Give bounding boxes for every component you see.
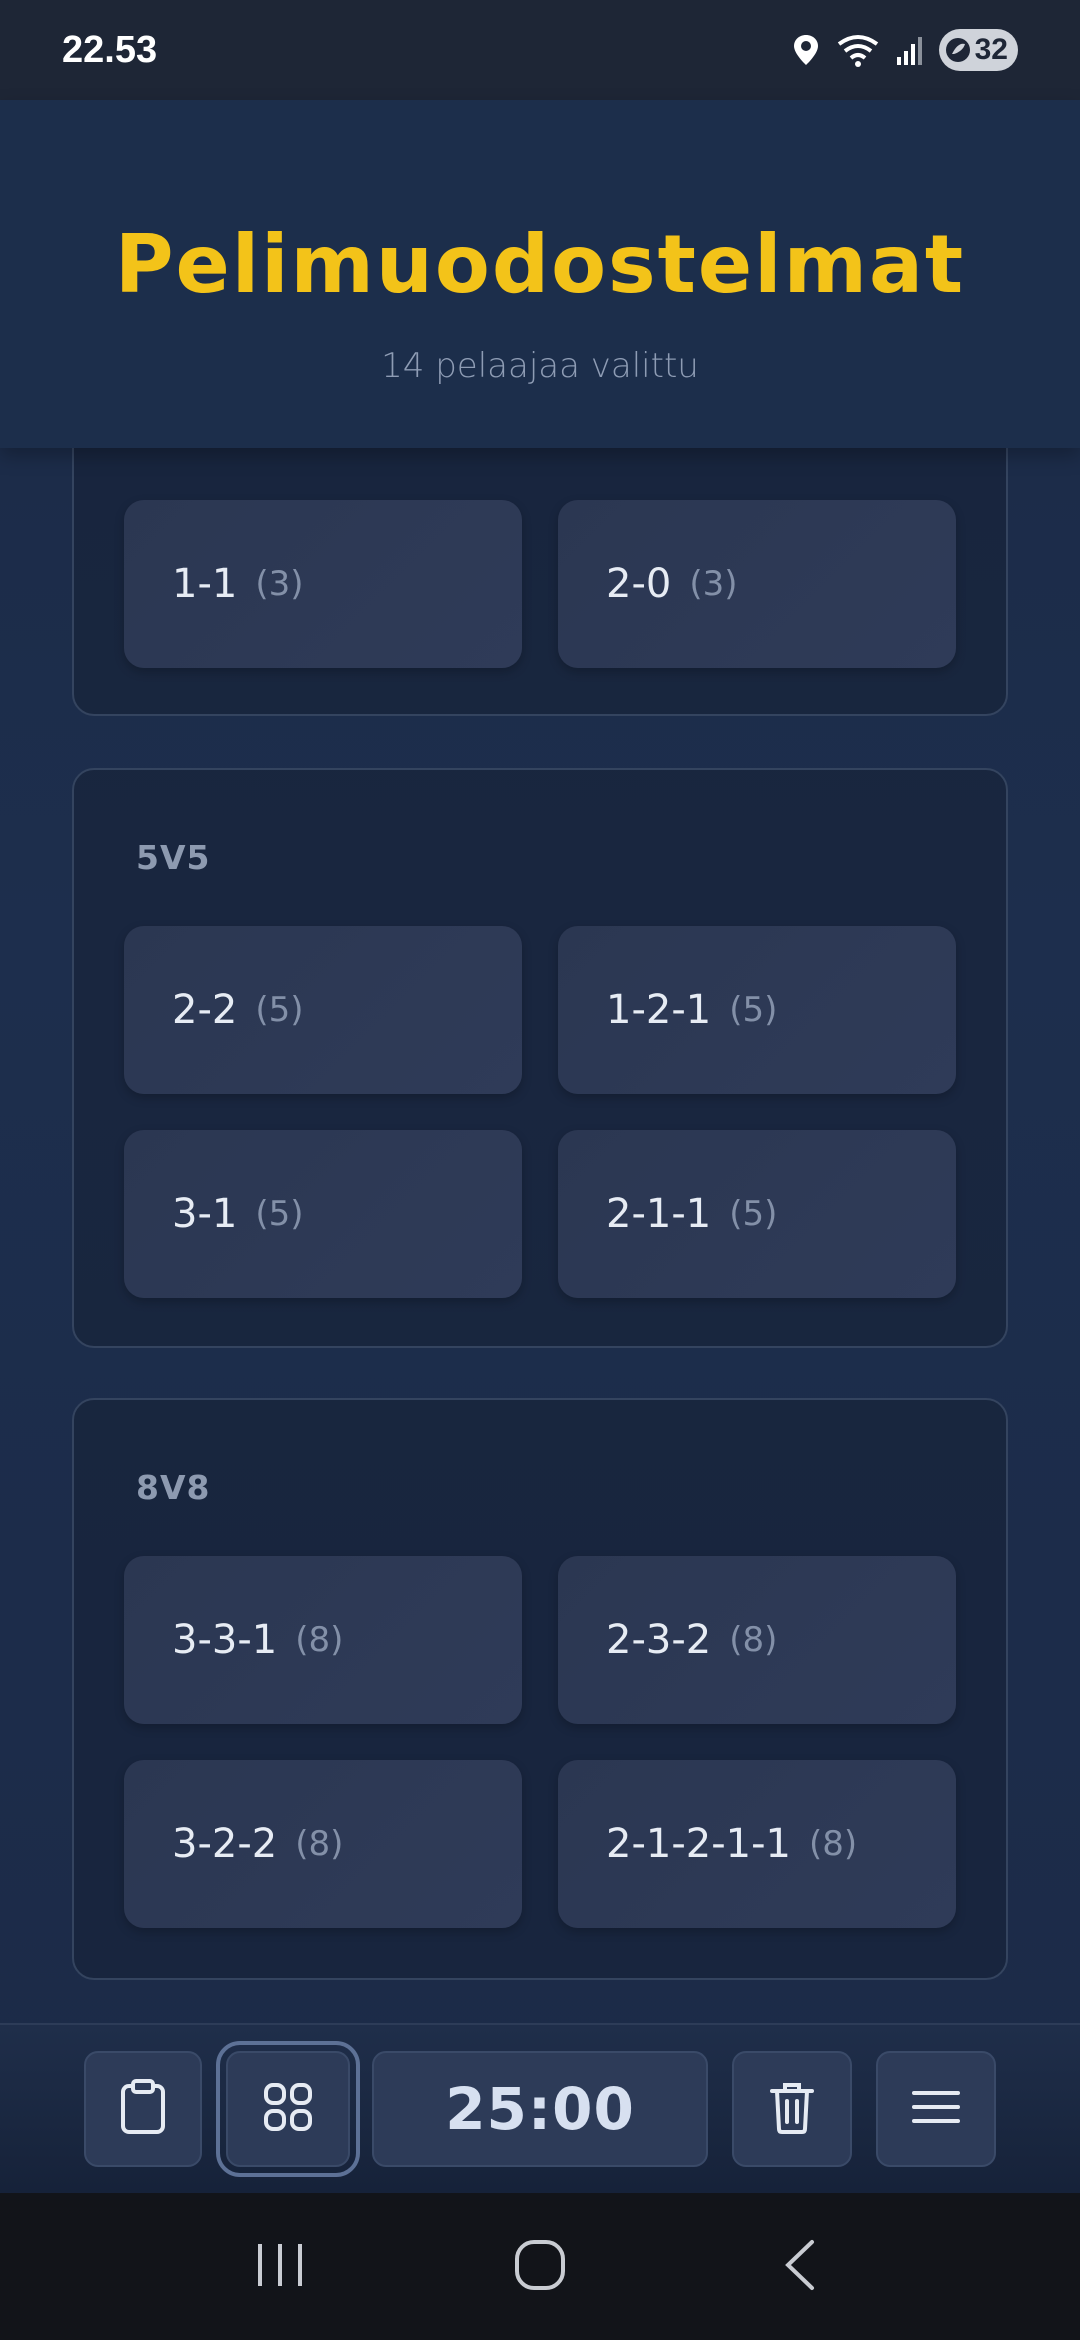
formation-label: 1-2-1 — [606, 987, 712, 1033]
formation-tile[interactable]: 3-3-1 (8) — [124, 1556, 522, 1724]
battery-indicator: 32 — [938, 29, 1018, 71]
clipboard-icon — [118, 2078, 168, 2140]
recents-icon — [255, 2240, 305, 2294]
formation-group-3v3: 1-1 (3) 2-0 (3) — [72, 448, 1008, 716]
trash-icon — [768, 2079, 816, 2139]
page-header: Pelimuodostelmat 14 pelaajaa valittu — [0, 100, 1080, 448]
page-subtitle: 14 pelaajaa valittu — [381, 346, 699, 386]
formation-tile[interactable]: 2-3-2 (8) — [558, 1556, 956, 1724]
status-time: 22.53 — [62, 28, 158, 71]
system-nav-bar — [0, 2193, 1080, 2340]
formation-tile[interactable]: 2-1-2-1-1 (8) — [558, 1760, 956, 1928]
wifi-icon — [835, 32, 881, 68]
grid-icon — [263, 2082, 313, 2136]
formation-tile[interactable]: 2-0 (3) — [558, 500, 956, 668]
formation-tile[interactable]: 2-1-1 (5) — [558, 1130, 956, 1298]
battery-level: 32 — [974, 33, 1008, 66]
formation-group-8v8: 8V8 3-3-1 (8) 2-3-2 (8) 3-2-2 (8) 2-1-2-… — [72, 1398, 1008, 1980]
menu-button[interactable] — [876, 2051, 996, 2167]
menu-icon — [911, 2087, 961, 2131]
formation-tile[interactable]: 3-1 (5) — [124, 1130, 522, 1298]
formation-player-count: (3) — [689, 564, 738, 604]
signal-icon — [895, 33, 925, 67]
formation-label: 2-2 — [172, 987, 238, 1033]
timer-display: 25:00 — [445, 2075, 635, 2143]
formation-label: 3-3-1 — [172, 1617, 278, 1663]
formation-label: 2-0 — [606, 561, 672, 607]
formation-group-5v5: 5V5 2-2 (5) 1-2-1 (5) 3-1 (5) 2-1-1 (5) — [72, 768, 1008, 1348]
clipboard-button[interactable] — [84, 2051, 202, 2167]
recents-button[interactable] — [220, 2217, 340, 2317]
back-button[interactable] — [740, 2217, 860, 2317]
location-icon — [791, 33, 821, 67]
formation-label: 2-3-2 — [606, 1617, 712, 1663]
formation-tile[interactable]: 2-2 (5) — [124, 926, 522, 1094]
formation-player-count: (8) — [295, 1824, 344, 1864]
back-icon — [780, 2238, 820, 2296]
formation-player-count: (8) — [808, 1824, 858, 1864]
formation-player-count: (3) — [255, 564, 304, 604]
formations-button[interactable] — [216, 2041, 360, 2177]
formation-player-count: (5) — [729, 1194, 778, 1234]
formation-player-count: (8) — [729, 1620, 778, 1660]
bottom-toolbar: 25:00 — [0, 2023, 1080, 2193]
group-title: 5V5 — [136, 838, 211, 877]
battery-saver-icon — [945, 37, 971, 63]
timer-button[interactable]: 25:00 — [372, 2051, 708, 2167]
page-title: Pelimuodostelmat — [114, 218, 966, 311]
status-bar: 22.53 32 — [0, 0, 1080, 100]
formations-list[interactable]: 1-1 (3) 2-0 (3) 5V5 2-2 (5) 1-2-1 (5) 3-… — [0, 448, 1080, 2023]
formation-label: 1-1 — [172, 561, 238, 607]
status-icons: 32 — [791, 29, 1018, 71]
formation-label: 3-2-2 — [172, 1821, 278, 1867]
home-button[interactable] — [480, 2217, 600, 2317]
formation-player-count: (5) — [255, 1194, 304, 1234]
formation-label: 2-1-1 — [606, 1191, 712, 1237]
formation-tile[interactable]: 1-2-1 (5) — [558, 926, 956, 1094]
formation-tile[interactable]: 1-1 (3) — [124, 500, 522, 668]
clear-button[interactable] — [732, 2051, 852, 2167]
formation-tile[interactable]: 3-2-2 (8) — [124, 1760, 522, 1928]
formation-label: 2-1-2-1-1 — [606, 1821, 791, 1867]
formation-label: 3-1 — [172, 1191, 238, 1237]
group-title: 8V8 — [136, 1468, 211, 1507]
formation-player-count: (8) — [295, 1620, 344, 1660]
formation-player-count: (5) — [255, 990, 304, 1030]
formation-player-count: (5) — [729, 990, 778, 1030]
home-icon — [513, 2238, 567, 2296]
